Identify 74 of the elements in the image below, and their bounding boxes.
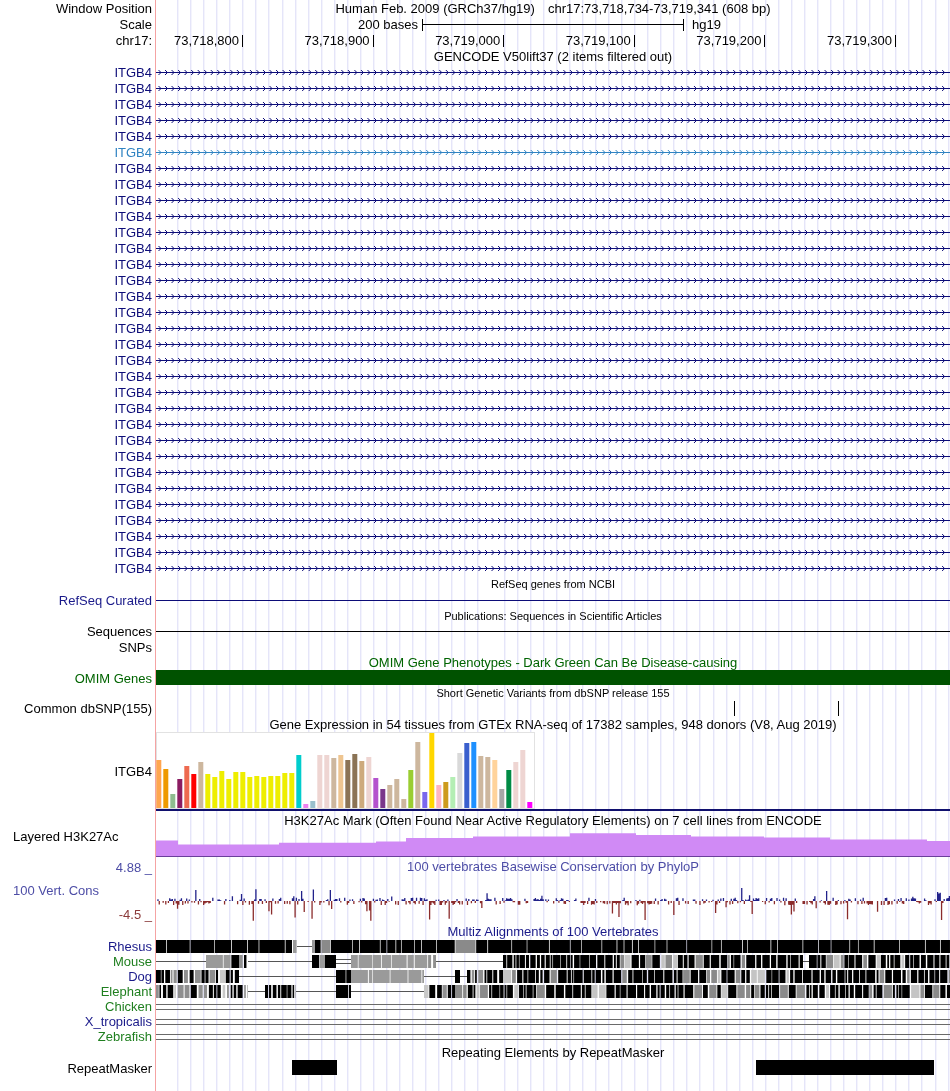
track-label: Layered H3K27Ac	[13, 828, 119, 844]
gene-label: ITGB4	[114, 160, 152, 176]
gene-label: ITGB4	[114, 560, 152, 576]
gene-label: ITGB4	[114, 64, 152, 80]
gene-label: ITGB4	[114, 400, 152, 416]
scale-length: 200 bases	[358, 16, 419, 32]
position-range: chr17:73,718,734-73,719,341 (608 bp)	[547, 0, 771, 16]
track-title: Gene Expression in 54 tissues from GTEx RNA-seq of 17382 samples, 948 donors (V8, Aug 2019)	[269, 716, 837, 732]
species-label: X_tropicalis	[84, 1014, 152, 1029]
gene-label: ITGB4	[114, 544, 152, 560]
track-label: Common dbSNP(155)	[24, 701, 152, 716]
track-label: Sequences	[86, 624, 152, 639]
row-label: Window Position	[55, 0, 152, 16]
track-title: Multiz Alignments of 100 Vertebrates	[447, 924, 659, 939]
gene-label: ITGB4	[114, 144, 152, 160]
row-label: Scale	[119, 16, 152, 32]
track-title: 100 vertebrates Basewise Conservation by PhyloP	[407, 859, 699, 874]
track-label: RepeatMasker	[67, 1060, 152, 1076]
ruler-tick: 73,719,300	[826, 35, 896, 47]
gene-label: ITGB4	[114, 464, 152, 480]
track-title: OMIM Gene Phenotypes - Dark Green Can Be Disease-causing	[368, 655, 738, 670]
track-title: Publications: Sequences in Scientific Articles	[444, 609, 662, 623]
assembly-name: Human Feb. 2009 (GRCh37/hg19)	[335, 0, 535, 16]
species-label: Rhesus	[107, 939, 152, 954]
species-label: Mouse	[112, 954, 152, 969]
ruler-tick: 73,719,200	[696, 35, 766, 47]
track-title: Short Genetic Variants from dbSNP release 155	[436, 687, 670, 700]
gene-label: ITGB4	[114, 448, 152, 464]
gene-label: ITGB4	[114, 96, 152, 112]
track-label: ITGB4	[114, 764, 152, 779]
gene-label: ITGB4	[114, 432, 152, 448]
gene-label: ITGB4	[114, 112, 152, 128]
gene-label: ITGB4	[114, 176, 152, 192]
gene-label: ITGB4	[114, 80, 152, 96]
ruler-tick: 73,718,900	[304, 35, 374, 47]
gene-label: ITGB4	[114, 512, 152, 528]
track-title: RefSeq genes from NCBI	[490, 577, 616, 591]
assembly-label: hg19	[691, 16, 721, 32]
gene-label: ITGB4	[114, 352, 152, 368]
gene-label: ITGB4	[114, 368, 152, 384]
gene-label: ITGB4	[114, 480, 152, 496]
gene-label: ITGB4	[114, 528, 152, 544]
ruler-tick: 73,719,000	[435, 35, 505, 47]
gene-label: ITGB4	[114, 256, 152, 272]
track-label: OMIM Genes	[74, 670, 152, 686]
repeat-element	[292, 1060, 337, 1075]
track-label: 100 Vert. Cons	[13, 882, 99, 898]
species-label: Zebrafish	[97, 1029, 152, 1044]
species-label: Dog	[128, 969, 152, 984]
ruler-tick: 73,719,100	[565, 35, 635, 47]
chromosome-label: chr17:	[115, 32, 152, 48]
gene-label: ITGB4	[114, 208, 152, 224]
gene-label: ITGB4	[114, 384, 152, 400]
ruler-tick: 73,718,800	[173, 35, 243, 47]
gene-label: ITGB4	[114, 192, 152, 208]
gene-label: ITGB4	[114, 240, 152, 256]
axis-max-label: 4.88 _	[115, 859, 152, 875]
species-label: Elephant	[100, 984, 152, 999]
gene-label: ITGB4	[114, 288, 152, 304]
gene-label: ITGB4	[114, 304, 152, 320]
gene-label: ITGB4	[114, 128, 152, 144]
gene-label: ITGB4	[114, 496, 152, 512]
track-label: RefSeq Curated	[58, 592, 152, 608]
track-label: SNPs	[118, 639, 152, 655]
gene-label: ITGB4	[114, 336, 152, 352]
track-title: GENCODE V50lift37 (2 items filtered out)	[433, 48, 673, 64]
axis-min-label: -4.5 _	[118, 906, 152, 922]
species-label: Chicken	[105, 999, 152, 1014]
gene-label: ITGB4	[114, 272, 152, 288]
track-title: Repeating Elements by RepeatMasker	[441, 1044, 665, 1060]
gene-label: ITGB4	[114, 224, 152, 240]
gene-label: ITGB4	[114, 416, 152, 432]
gene-label: ITGB4	[114, 320, 152, 336]
track-title: H3K27Ac Mark (Often Found Near Active Regulatory Elements) on 7 cell lines from ENCODE	[284, 812, 822, 828]
